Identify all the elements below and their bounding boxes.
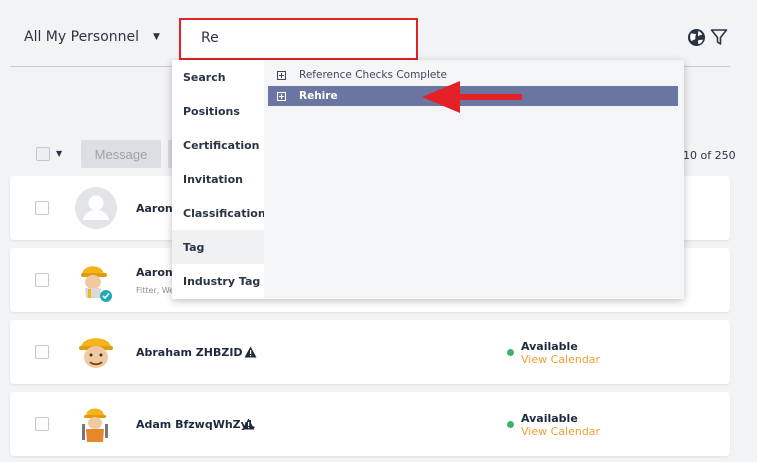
availability-status: Available [521, 340, 578, 353]
warning-icon [242, 418, 255, 430]
category-search[interactable]: Search [172, 60, 264, 94]
personnel-subtitle: Fitter, We [136, 286, 175, 295]
personnel-row[interactable]: Adam BfzwqWhZyL Available View Calendar [10, 392, 730, 456]
personnel-name[interactable]: Adam BfzwqWhZyL [136, 418, 255, 431]
search-input[interactable] [201, 30, 401, 46]
row-checkbox[interactable] [35, 273, 49, 287]
available-status-dot [507, 349, 514, 356]
worker-avatar [79, 338, 113, 368]
category-industry-tag[interactable]: Industry Tag [172, 264, 264, 298]
header-bar: All My Personnel ▼ [10, 0, 730, 67]
personnel-row[interactable]: Abraham ZHBZID Available View Calendar [10, 320, 730, 384]
caret-down-icon: ▼ [153, 32, 160, 42]
personnel-name[interactable]: Abraham ZHBZID [136, 346, 243, 359]
warning-icon [244, 346, 257, 358]
availability-status: Available [521, 412, 578, 425]
category-tag[interactable]: Tag [172, 230, 264, 264]
category-positions[interactable]: Positions [172, 94, 264, 128]
row-checkbox[interactable] [35, 417, 49, 431]
category-certification[interactable]: Certification [172, 128, 264, 162]
category-classification[interactable]: Classification [172, 196, 266, 230]
placeholder-avatar [75, 187, 117, 229]
plus-box-icon [277, 70, 286, 80]
red-arrow-icon [422, 81, 522, 113]
available-status-dot [507, 421, 514, 428]
view-calendar-link[interactable]: View Calendar [521, 353, 600, 366]
filter-icon[interactable] [710, 28, 728, 46]
worker-avatar-verified [81, 266, 112, 302]
personnel-filter-label: All My Personnel [24, 29, 140, 45]
row-checkbox[interactable] [35, 345, 49, 359]
select-all-checkbox[interactable] [36, 147, 50, 161]
search-field[interactable] [179, 18, 418, 60]
caret-down-icon[interactable]: ▼ [56, 149, 62, 158]
pagination-count: 10 of 250 [683, 149, 736, 162]
worker-avatar-tools [82, 408, 108, 442]
globe-icon[interactable] [687, 28, 706, 47]
view-calendar-link[interactable]: View Calendar [521, 425, 600, 438]
result-label: Rehire [299, 90, 338, 102]
message-button[interactable]: Message [81, 140, 161, 168]
category-invitation[interactable]: Invitation [172, 162, 264, 196]
category-list: Search Positions Certification Invitatio… [172, 60, 266, 299]
plus-box-icon [277, 91, 286, 101]
row-checkbox[interactable] [35, 201, 49, 215]
personnel-filter-select[interactable]: All My Personnel ▼ [24, 29, 160, 45]
